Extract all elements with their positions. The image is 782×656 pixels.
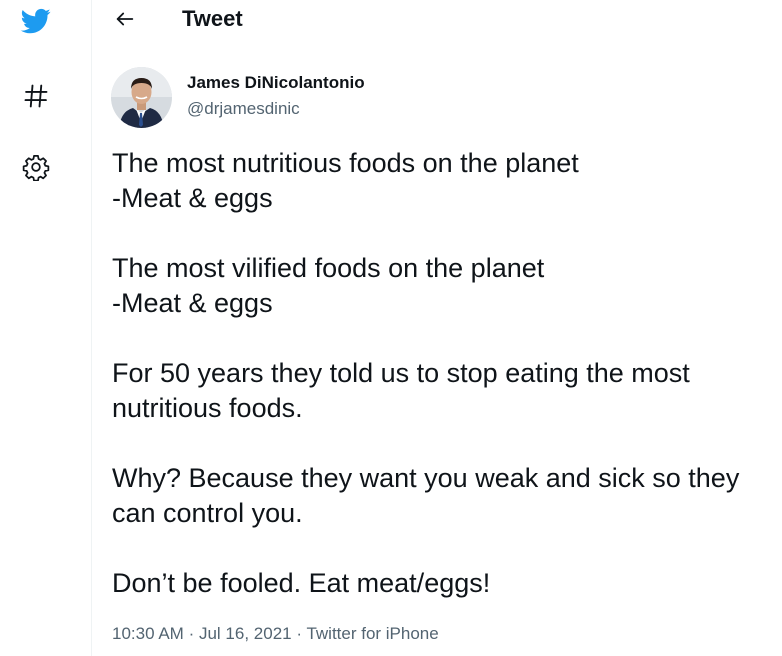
tweet-source[interactable]: Twitter for iPhone <box>306 624 438 643</box>
tweet-paragraph: For 50 years they told us to stop eating… <box>112 358 690 423</box>
tweet-metadata: 10:30 AM · Jul 16, 2021 · Twitter for iP… <box>112 624 439 644</box>
page-title: Tweet <box>182 6 243 31</box>
explore-hash-icon[interactable] <box>16 76 56 116</box>
twitter-logo-icon[interactable] <box>16 1 56 41</box>
tweet-date[interactable]: Jul 16, 2021 <box>199 624 292 643</box>
meta-separator: · <box>188 624 195 643</box>
tweet-header: Tweet <box>92 0 782 40</box>
back-arrow-icon[interactable] <box>110 4 140 34</box>
tweet-text: The most nutritious foods on the planet … <box>112 146 780 601</box>
tweet-paragraph: The most vilified foods on the planet -M… <box>112 253 545 318</box>
settings-gear-icon[interactable] <box>16 147 56 187</box>
tweet-paragraph: The most nutritious foods on the planet … <box>112 148 579 213</box>
tweet-paragraph: Don’t be fooled. Eat meat/eggs! <box>112 568 491 598</box>
tweet-time[interactable]: 10:30 AM <box>112 624 184 643</box>
meta-separator: · <box>296 624 303 643</box>
author-name[interactable]: James DiNicolantonio <box>187 73 365 93</box>
sidebar <box>0 0 92 656</box>
tweet-paragraph: Why? Because they want you weak and sick… <box>112 463 740 528</box>
avatar[interactable] <box>111 67 172 128</box>
author-handle[interactable]: @drjamesdinic <box>187 99 300 119</box>
